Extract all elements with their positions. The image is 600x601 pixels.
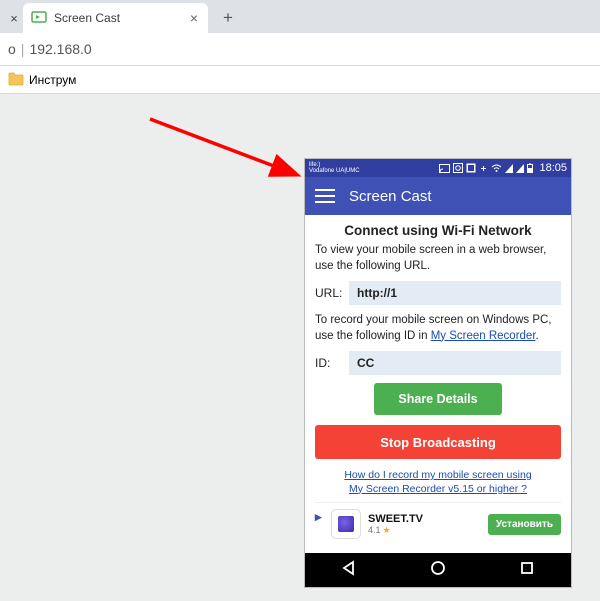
ad-title: SWEET.TV	[368, 513, 423, 525]
battery-icon	[527, 163, 533, 173]
app-title: Screen Cast	[349, 188, 432, 205]
ad-rating: 4.1★	[368, 525, 423, 536]
url-label: URL:	[315, 286, 349, 300]
section-description: To record your mobile screen on Windows …	[315, 313, 561, 344]
browser-tab-active[interactable]: Screen Cast ×	[23, 3, 208, 33]
signal-icon	[505, 164, 513, 173]
tab-title: Screen Cast	[54, 11, 120, 25]
browser-bookmarks-bar: Инструм	[0, 66, 600, 94]
browser-address-bar: о | 192.168.0	[0, 33, 600, 66]
bookmark-item[interactable]: Инструм	[29, 73, 76, 87]
menu-icon[interactable]	[315, 189, 335, 203]
star-icon: ★	[383, 525, 391, 536]
ad-close-icon[interactable]: ▸	[315, 509, 327, 525]
recent-apps-icon[interactable]	[519, 560, 535, 581]
home-icon[interactable]	[430, 560, 446, 581]
help-link[interactable]: How do I record my mobile screen using M…	[344, 469, 531, 496]
divider: |	[21, 41, 25, 57]
recorder-link[interactable]: My Screen Recorder	[431, 330, 536, 342]
app-content: Connect using Wi-Fi Network To view your…	[305, 215, 571, 553]
signal-icon	[516, 164, 524, 173]
url-field[interactable]: http://1	[349, 281, 561, 305]
network-icon	[479, 164, 488, 173]
stop-broadcasting-button[interactable]: Stop Broadcasting	[315, 425, 561, 459]
notification-icon	[466, 163, 476, 173]
ad-app-icon[interactable]	[331, 509, 361, 539]
browser-tab-bar: × Screen Cast × +	[0, 0, 600, 33]
address-text[interactable]: 192.168.0	[29, 41, 91, 57]
carrier-label: Vodafone UA|UMC	[309, 168, 360, 174]
folder-icon	[8, 72, 24, 88]
section-heading: Connect using Wi-Fi Network	[315, 223, 561, 238]
ad-install-button[interactable]: Установить	[488, 514, 561, 535]
section-description: To view your mobile screen in a web brow…	[315, 243, 561, 274]
close-icon[interactable]: ×	[5, 3, 23, 33]
app-icon	[453, 163, 463, 173]
id-label: ID:	[315, 356, 349, 370]
back-icon[interactable]	[341, 560, 357, 581]
android-nav-bar	[305, 553, 571, 587]
arrow-annotation	[145, 114, 315, 189]
clock-time: 18:05	[539, 162, 567, 174]
new-tab-button[interactable]: +	[214, 4, 242, 32]
browser-viewport: life:) Vodafone UA|UMC 18:05 Screen Cast	[0, 94, 600, 601]
ad-banner: ▸ SWEET.TV 4.1★ Установить	[315, 502, 561, 543]
android-status-bar: life:) Vodafone UA|UMC 18:05	[305, 159, 571, 177]
id-field[interactable]: CC	[349, 351, 561, 375]
nav-prefix: о	[8, 41, 16, 57]
close-icon[interactable]: ×	[190, 10, 198, 26]
cast-icon	[439, 164, 450, 173]
help-link-block: How do I record my mobile screen using M…	[315, 469, 561, 496]
phone-frame: life:) Vodafone UA|UMC 18:05 Screen Cast	[304, 158, 572, 588]
app-bar: Screen Cast	[305, 177, 571, 215]
tab-favicon	[31, 10, 47, 26]
wifi-icon	[491, 164, 502, 173]
share-button[interactable]: Share Details	[374, 383, 502, 415]
